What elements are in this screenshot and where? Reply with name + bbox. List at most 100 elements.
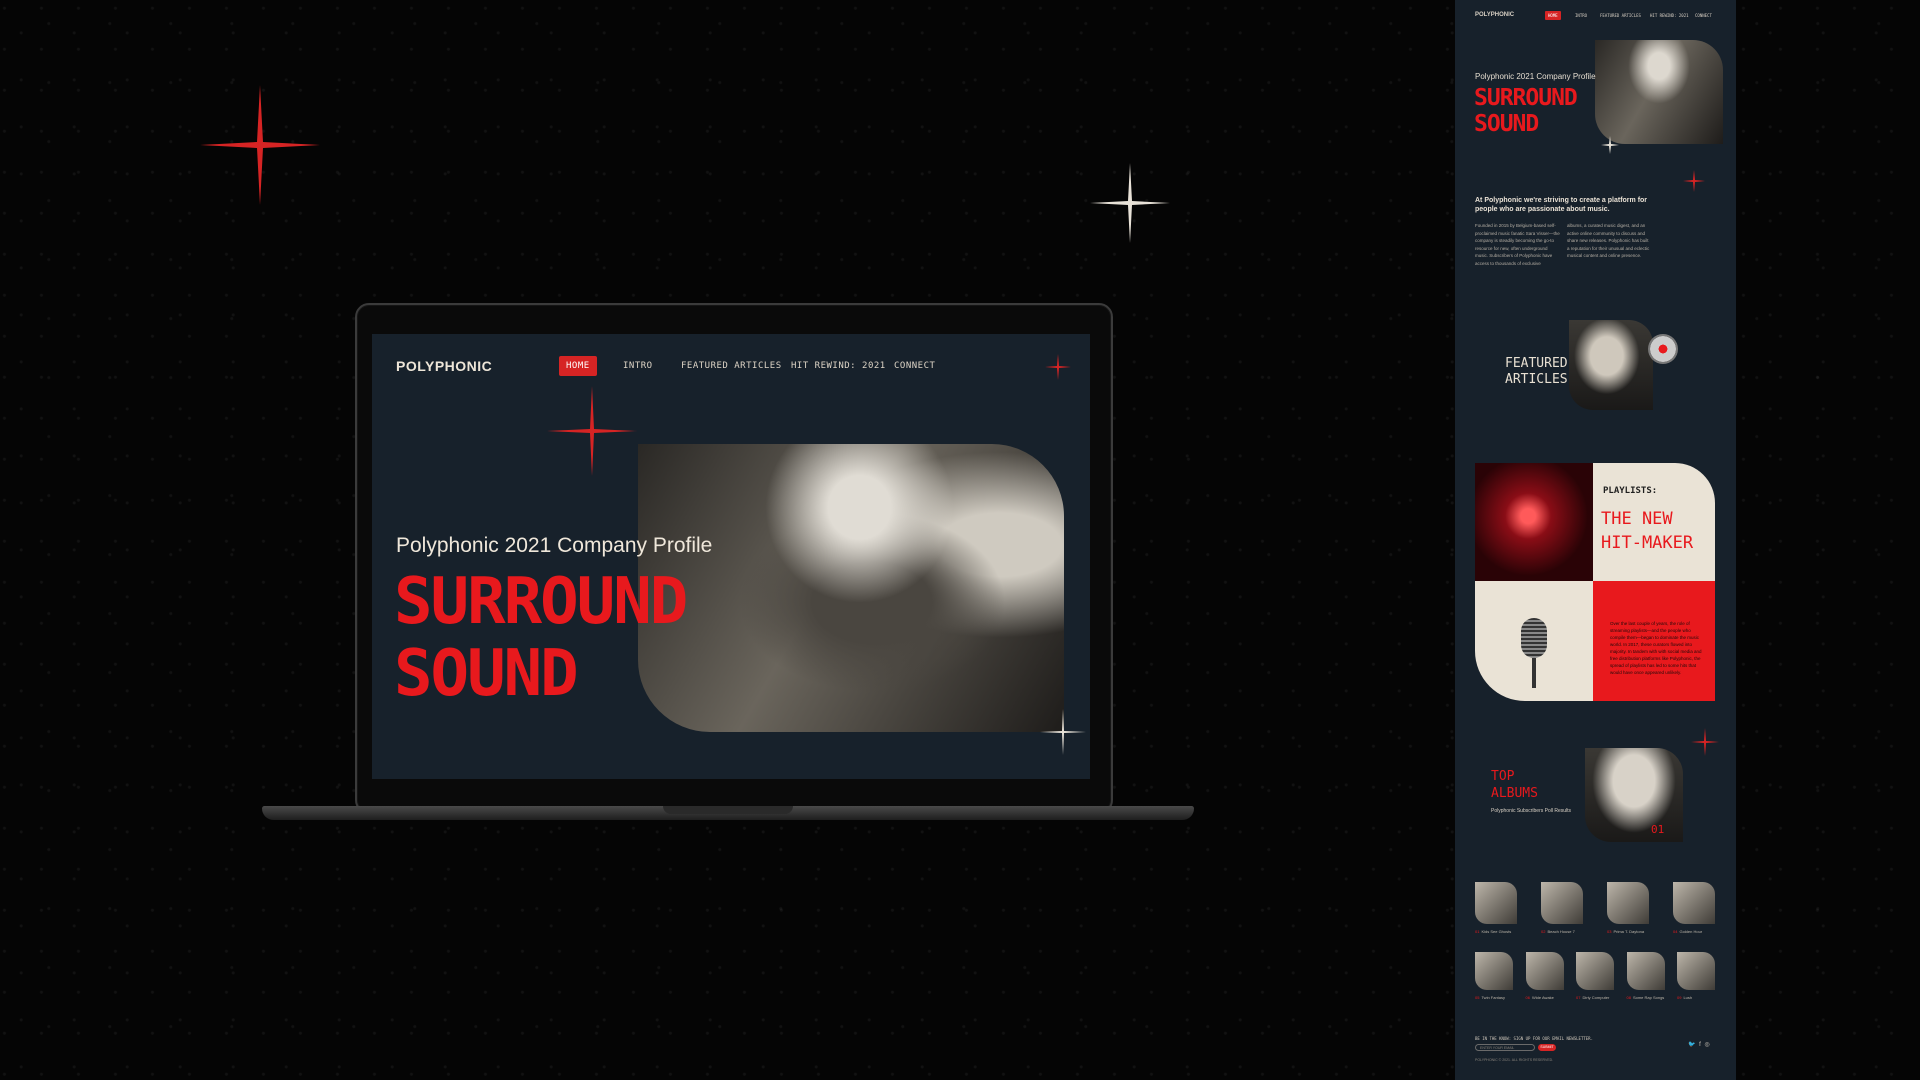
album-cover [1673, 882, 1715, 924]
mobile-hero-title: SURROUND SOUND [1474, 85, 1578, 137]
album-number: 07 [1576, 995, 1581, 1000]
albums-row-2: 05 Twin Fantasy 06 Wide Awake 07 Dirty Comp… [1475, 952, 1715, 1000]
mobile-nav: POLYPHONIC HOME INTRO FEATURED ARTICLES … [1475, 10, 1726, 24]
album-title: Dirty Computer [1582, 995, 1610, 1000]
sparkle-red-icon [1691, 728, 1719, 756]
sparkle-red-icon [1045, 354, 1071, 380]
laptop-screen: POLYPHONIC HOME INTRO FEATURED ARTICLES … [372, 334, 1090, 779]
album-caption: 05 Twin Fantasy [1475, 995, 1513, 1000]
album-number: 04 [1673, 929, 1678, 934]
mobile-nav-featured[interactable]: FEATURED ARTICLES [1600, 13, 1641, 18]
sparkle-red-icon [200, 85, 320, 205]
sparkle-white-icon [1090, 163, 1170, 243]
sparkle-red-icon [1683, 170, 1705, 192]
album-number: 09 [1677, 995, 1682, 1000]
album-card[interactable]: 03 Prima T. Daytona [1607, 882, 1649, 934]
mobile-hero-title-line2: SOUND [1474, 111, 1539, 137]
album-number: 01 [1475, 929, 1480, 934]
album-title: Some Rap Songs [1632, 995, 1665, 1000]
album-caption: 08 Some Rap Songs [1627, 995, 1665, 1000]
album-cover [1626, 952, 1665, 990]
desktop-nav: POLYPHONIC HOME INTRO FEATURED ARTICLES … [396, 356, 1070, 380]
newsletter-text: BE IN THE KNOW: SIGN UP FOR OUR EMAIL NE… [1475, 1036, 1594, 1041]
sparkle-white-icon [1040, 709, 1086, 755]
mobile-nav-intro[interactable]: INTRO [1575, 13, 1587, 18]
albums-row-1: 01 Kids See Ghosts 02 Beach House 7 03 Prim… [1475, 882, 1715, 934]
album-title: Kids See Ghosts [1481, 929, 1512, 934]
album-caption: 09 Lush [1677, 995, 1715, 1000]
submit-button[interactable]: SUBMIT [1538, 1044, 1556, 1051]
logo[interactable]: POLYPHONIC [396, 358, 492, 374]
album-caption: 07 Dirty Computer [1576, 995, 1614, 1000]
microphone-icon [1521, 618, 1547, 658]
mobile-hero-subtitle: Polyphonic 2021 Company Profile [1475, 72, 1596, 81]
playlists-title-line1: THE NEW [1601, 509, 1673, 529]
nav-intro[interactable]: INTRO [623, 361, 653, 371]
album-cover [1607, 882, 1649, 924]
album-card[interactable]: 04 Golden Hour [1673, 882, 1715, 934]
album-card[interactable]: 06 Wide Awake [1525, 952, 1564, 1000]
nav-hit-rewind[interactable]: HIT REWIND: 2021 [791, 361, 886, 371]
album-cover [1475, 952, 1513, 990]
album-number: 06 [1525, 995, 1530, 1000]
hero-image [638, 444, 1064, 732]
intro-column-1: Founded in 2015 by Belgium-based self-pr… [1475, 223, 1560, 266]
sparkle-red-icon [547, 386, 637, 476]
album-card[interactable]: 08 Some Rap Songs [1626, 952, 1665, 1000]
playlist-body: Over the last couple of years, the role … [1610, 621, 1702, 675]
mobile-hero-title-line1: SURROUND [1474, 85, 1578, 111]
album-title: Prima T. Daytona [1613, 929, 1645, 934]
album-title: Twin Fantasy [1481, 995, 1506, 1000]
album-number: 02 [1541, 929, 1546, 934]
album-cover [1677, 952, 1715, 990]
album-cover [1576, 952, 1614, 990]
playlist-image [1475, 463, 1593, 581]
top-albums-line1: TOP [1491, 769, 1515, 784]
mobile-nav-home[interactable]: HOME [1545, 11, 1561, 20]
album-caption: 03 Prima T. Daytona [1607, 929, 1649, 934]
album-card[interactable]: 01 Kids See Ghosts [1475, 882, 1517, 934]
playlists-title-line2: HIT-MAKER [1601, 533, 1694, 553]
album-number: 03 [1607, 929, 1612, 934]
album-cover [1541, 882, 1583, 924]
album-number: 08 [1626, 995, 1631, 1000]
social-icons[interactable]: 🐦 f ◎ [1688, 1041, 1711, 1048]
featured-articles-heading: FEATURED ARTICLES [1505, 356, 1568, 388]
hero-title-line1: SURROUND [394, 565, 688, 639]
album-card[interactable]: 05 Twin Fantasy [1475, 952, 1513, 1000]
top-albums-subtitle: Polyphonic Subscribers Poll Results [1491, 808, 1572, 814]
intro-column-2: albums, a curated music digest, and an a… [1567, 223, 1650, 258]
hero-title-line2: SOUND [394, 637, 579, 711]
email-field[interactable]: ENTER YOUR EMAIL [1475, 1044, 1535, 1051]
hero-title: SURROUND SOUND [394, 565, 688, 711]
copyright: POLYPHONIC © 2021. ALL RIGHTS RESERVED. [1475, 1058, 1554, 1062]
album-title: Wide Awake [1531, 995, 1554, 1000]
top-albums-heading: TOP ALBUMS [1491, 768, 1538, 802]
album-caption: 02 Beach House 7 [1541, 929, 1583, 934]
album-card[interactable]: 02 Beach House 7 [1541, 882, 1583, 934]
album-caption: 06 Wide Awake [1526, 995, 1564, 1000]
album-title: Golden Hour [1679, 929, 1703, 934]
mobile-hero-image [1595, 40, 1723, 144]
nav-connect[interactable]: CONNECT [894, 361, 935, 371]
sparkle-white-icon [1601, 136, 1619, 154]
hero-subtitle: Polyphonic 2021 Company Profile [396, 534, 713, 557]
mobile-nav-connect[interactable]: CONNECT [1695, 13, 1712, 18]
intro-lead: At Polyphonic we're striving to create a… [1475, 197, 1648, 213]
mobile-nav-hit-rewind[interactable]: HIT REWIND: 2021 [1650, 13, 1689, 18]
nav-home[interactable]: HOME [559, 356, 597, 376]
nav-featured-articles[interactable]: FEATURED ARTICLES [681, 361, 782, 371]
long-page-preview: POLYPHONIC HOME INTRO FEATURED ARTICLES … [1455, 0, 1736, 1080]
featured-heading-line2: ARTICLES [1505, 372, 1568, 387]
top-album-image [1585, 748, 1683, 842]
album-number: 05 [1475, 995, 1480, 1000]
featured-image [1569, 320, 1653, 410]
album-card[interactable]: 09 Lush [1677, 952, 1715, 1000]
featured-heading-line1: FEATURED [1505, 356, 1568, 371]
mobile-logo[interactable]: POLYPHONIC [1475, 12, 1514, 18]
microphone-stand [1532, 658, 1536, 688]
top-album-number: 01 [1651, 823, 1665, 836]
top-albums-line2: ALBUMS [1491, 786, 1538, 801]
album-cover [1475, 882, 1517, 924]
album-card[interactable]: 07 Dirty Computer [1576, 952, 1614, 1000]
